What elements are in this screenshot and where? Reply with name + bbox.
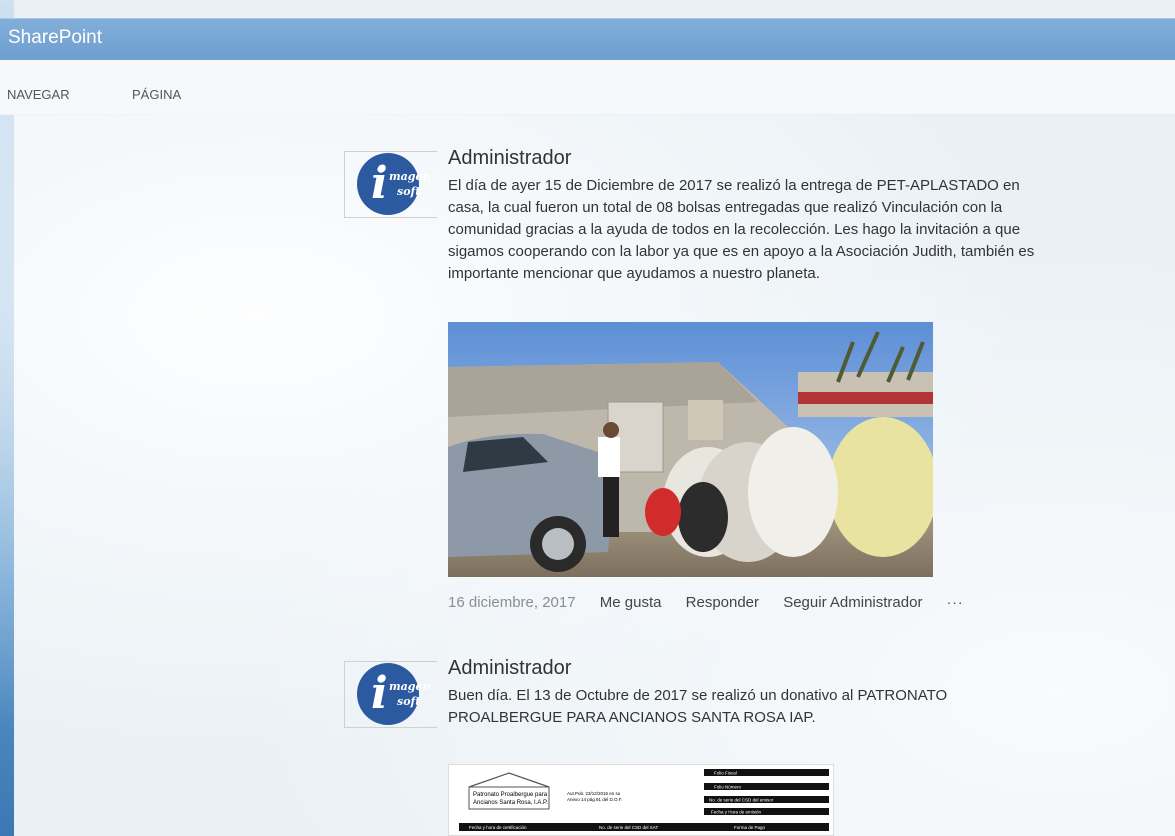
avatar-brand-top: magen: [389, 680, 431, 693]
post-text-line: Buen día. El 13 de Octubre de 2017 se re…: [448, 687, 948, 704]
avatar[interactable]: i magen soft: [344, 661, 437, 728]
post-date[interactable]: 16 diciembre, 2017: [448, 594, 576, 611]
doc-row-4: Fecha y Hora de emisión: [711, 810, 762, 815]
avatar-letter: i: [371, 158, 388, 209]
doc-row-3: No. de serie del CSD del emisor: [709, 798, 774, 803]
doc-header-3: Forma de Pago: [734, 825, 766, 830]
tab-navegar[interactable]: NAVEGAR: [7, 87, 70, 102]
more-icon[interactable]: ···: [947, 594, 964, 610]
post-text-line: importante mencionar que ayudamos a nues…: [448, 265, 820, 282]
tab-pagina[interactable]: PÁGINA: [132, 87, 181, 102]
post-author[interactable]: Administrador: [448, 657, 571, 680]
like-link[interactable]: Me gusta: [600, 594, 662, 611]
newsfeed: i magen soft Administrador El día de aye…: [0, 114, 1175, 836]
avatar[interactable]: i magen soft: [344, 151, 437, 218]
post-text-line: comunidad gracias a la ayuda de todos en…: [448, 221, 1021, 238]
document-preview[interactable]: Patronato Proalbergue para Ancianos Sant…: [448, 764, 834, 836]
follow-link[interactable]: Seguir Administrador: [783, 594, 922, 611]
doc-org-line2: Ancianos Santa Rosa, I.A.P.: [473, 800, 548, 806]
ribbon: NAVEGAR PÁGINA: [0, 60, 1175, 115]
post-text: El día de ayer 15 de Diciembre de 2017 s…: [448, 175, 1175, 285]
post-text-line: El día de ayer 15 de Diciembre de 2017 s…: [448, 177, 1020, 194]
app-title[interactable]: SharePoint: [8, 27, 102, 49]
doc-auth-line1: Aut.Pub. 23/12/2016 en su: [567, 791, 621, 796]
suite-bar: SharePoint: [0, 18, 1175, 60]
doc-header-1: Fecha y hora de certificación: [469, 825, 527, 830]
avatar-brand-bottom: soft: [397, 695, 421, 708]
doc-org-line1: Patronato Proalbergue para: [473, 792, 548, 798]
avatar-brand-top: magen: [389, 170, 431, 183]
doc-header-2: No. de serie del CSD del SAT: [599, 825, 658, 830]
post-text: Buen día. El 13 de Octubre de 2017 se re…: [448, 685, 1175, 729]
avatar-brand-bottom: soft: [397, 185, 421, 198]
post-meta: 16 diciembre, 2017 Me gusta Responder Se…: [448, 594, 984, 611]
avatar-letter: i: [371, 668, 388, 719]
post-text-line: PROALBERGUE PARA ANCIANOS SANTA ROSA IAP…: [448, 709, 816, 726]
photo-illustration: [448, 322, 933, 577]
doc-row-1: Folio Fiscal: [714, 771, 737, 776]
doc-auth-line2: Anexo 14 pág.91 del D.O.F.: [567, 797, 622, 802]
post-author[interactable]: Administrador: [448, 147, 571, 170]
reply-link[interactable]: Responder: [686, 594, 759, 611]
post-text-line: casa, la cual fueron un total de 08 bols…: [448, 199, 1003, 216]
post-text-line: sigamos cooperando con la labor ya que e…: [448, 243, 1035, 260]
doc-row-2: Folio Número: [714, 785, 742, 790]
post-photo[interactable]: [448, 322, 933, 577]
document-image: Patronato Proalbergue para Ancianos Sant…: [449, 765, 833, 835]
